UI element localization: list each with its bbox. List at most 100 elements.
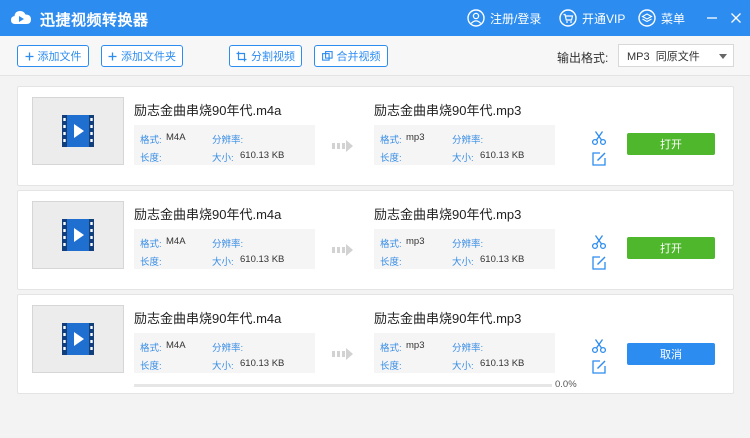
resolution-label: 分辨率: <box>452 343 484 354</box>
plus-icon <box>25 52 34 61</box>
merge-video-button[interactable]: 合并视频 <box>314 45 388 67</box>
duration-label: 长度: <box>380 361 402 372</box>
arrow-right-icon <box>332 140 353 152</box>
source-file-name: 励志金曲串烧90年代.m4a <box>134 103 282 118</box>
source-info: 格式: M4A 分辨率: 长度: 大小: 610.13 KB <box>134 125 315 165</box>
scissors-icon <box>591 235 607 250</box>
cut-button[interactable] <box>590 233 608 251</box>
target-format-value: mp3 <box>406 132 425 143</box>
format-label: 格式: <box>380 239 402 250</box>
scissors-icon <box>591 339 607 354</box>
edit-icon <box>592 360 606 374</box>
target-info: 格式: mp3 分辨率: 长度: 大小: 610.13 KB <box>374 125 555 165</box>
target-file-name: 励志金曲串烧90年代.mp3 <box>374 207 522 222</box>
source-info: 格式: M4A 分辨率: 长度: 大小: 610.13 KB <box>134 229 315 269</box>
open-button[interactable]: 打开 <box>627 237 715 259</box>
cut-button[interactable] <box>590 337 608 355</box>
cut-button[interactable] <box>590 129 608 147</box>
plus-icon <box>108 52 117 61</box>
app-logo-icon <box>10 8 32 28</box>
register-login-label: 注册/登录 <box>490 11 542 26</box>
split-video-label: 分割视频 <box>251 51 295 63</box>
minimize-button[interactable] <box>700 6 724 30</box>
close-icon <box>731 13 741 23</box>
app-title: 迅捷视频转换器 <box>40 12 149 29</box>
source-info: 格式: M4A 分辨率: 长度: 大小: 610.13 KB <box>134 333 315 373</box>
target-format-value: mp3 <box>406 236 425 247</box>
layers-icon <box>638 9 656 27</box>
edit-button[interactable] <box>590 150 608 168</box>
format-label: 格式: <box>380 135 402 146</box>
source-size-value: 610.13 KB <box>240 254 285 265</box>
video-film-icon <box>62 219 94 251</box>
duration-label: 长度: <box>380 153 402 164</box>
duration-label: 长度: <box>380 257 402 268</box>
source-file-name: 励志金曲串烧90年代.m4a <box>134 311 282 326</box>
add-folder-button[interactable]: 添加文件夹 <box>101 45 183 67</box>
target-info: 格式: mp3 分辨率: 长度: 大小: 610.13 KB <box>374 333 555 373</box>
target-file-name: 励志金曲串烧90年代.mp3 <box>374 103 522 118</box>
video-film-icon <box>62 323 94 355</box>
vip-button[interactable]: 开通VIP <box>559 7 625 29</box>
thumbnail <box>32 305 124 373</box>
crop-icon <box>236 51 247 62</box>
edit-button[interactable] <box>590 254 608 272</box>
video-film-icon <box>62 115 94 147</box>
arrow-right-icon <box>332 244 353 256</box>
user-icon <box>467 9 485 27</box>
menu-button[interactable]: 菜单 <box>638 7 685 29</box>
source-format-value: M4A <box>166 340 186 351</box>
cart-icon <box>559 9 577 27</box>
progress-bar <box>134 384 552 387</box>
arrow-right-icon <box>332 348 353 360</box>
menu-label: 菜单 <box>661 11 686 26</box>
split-video-button[interactable]: 分割视频 <box>229 45 302 67</box>
output-format-value: MP3 同原文件 <box>627 50 700 63</box>
format-label: 格式: <box>140 239 162 250</box>
edit-button[interactable] <box>590 358 608 376</box>
resolution-label: 分辨率: <box>212 135 244 146</box>
toolbar: 添加文件 添加文件夹 分割视频 合并视频 输出格式: MP3 同原文件 <box>0 36 750 76</box>
format-label: 格式: <box>380 343 402 354</box>
duration-label: 长度: <box>140 257 162 268</box>
cancel-button[interactable]: 取消 <box>627 343 715 365</box>
file-item: 励志金曲串烧90年代.m4a 格式: M4A 分辨率: 长度: 大小: 610.… <box>17 86 734 186</box>
duration-label: 长度: <box>140 153 162 164</box>
title-bar: 迅捷视频转换器 注册/登录 开通VIP 菜单 <box>0 0 750 36</box>
output-format-label: 输出格式: <box>557 51 609 65</box>
resolution-label: 分辨率: <box>212 343 244 354</box>
open-button[interactable]: 打开 <box>627 133 715 155</box>
add-folder-label: 添加文件夹 <box>121 51 176 63</box>
size-label: 大小: <box>452 361 474 372</box>
target-size-value: 610.13 KB <box>480 358 525 369</box>
source-file-name: 励志金曲串烧90年代.m4a <box>134 207 282 222</box>
target-file-name: 励志金曲串烧90年代.mp3 <box>374 311 522 326</box>
output-format-select[interactable]: MP3 同原文件 <box>618 44 734 67</box>
resolution-label: 分辨率: <box>212 239 244 250</box>
merge-video-label: 合并视频 <box>336 51 381 63</box>
scissors-icon <box>591 131 607 146</box>
add-file-button[interactable]: 添加文件 <box>17 45 89 67</box>
thumbnail <box>32 97 124 165</box>
size-label: 大小: <box>452 153 474 164</box>
progress-text: 0.0% <box>555 379 577 390</box>
format-label: 格式: <box>140 135 162 146</box>
size-label: 大小: <box>212 361 234 372</box>
size-label: 大小: <box>212 153 234 164</box>
source-size-value: 610.13 KB <box>240 358 285 369</box>
add-file-label: 添加文件 <box>37 51 82 63</box>
register-login-button[interactable]: 注册/登录 <box>467 7 541 29</box>
source-size-value: 610.13 KB <box>240 150 285 161</box>
resolution-label: 分辨率: <box>452 239 484 250</box>
close-button[interactable] <box>724 6 748 30</box>
thumbnail <box>32 201 124 269</box>
target-size-value: 610.13 KB <box>480 150 525 161</box>
duration-label: 长度: <box>140 361 162 372</box>
target-info: 格式: mp3 分辨率: 长度: 大小: 610.13 KB <box>374 229 555 269</box>
source-format-value: M4A <box>166 132 186 143</box>
vip-label: 开通VIP <box>582 11 626 26</box>
source-format-value: M4A <box>166 236 186 247</box>
resolution-label: 分辨率: <box>452 135 484 146</box>
size-label: 大小: <box>452 257 474 268</box>
target-size-value: 610.13 KB <box>480 254 525 265</box>
